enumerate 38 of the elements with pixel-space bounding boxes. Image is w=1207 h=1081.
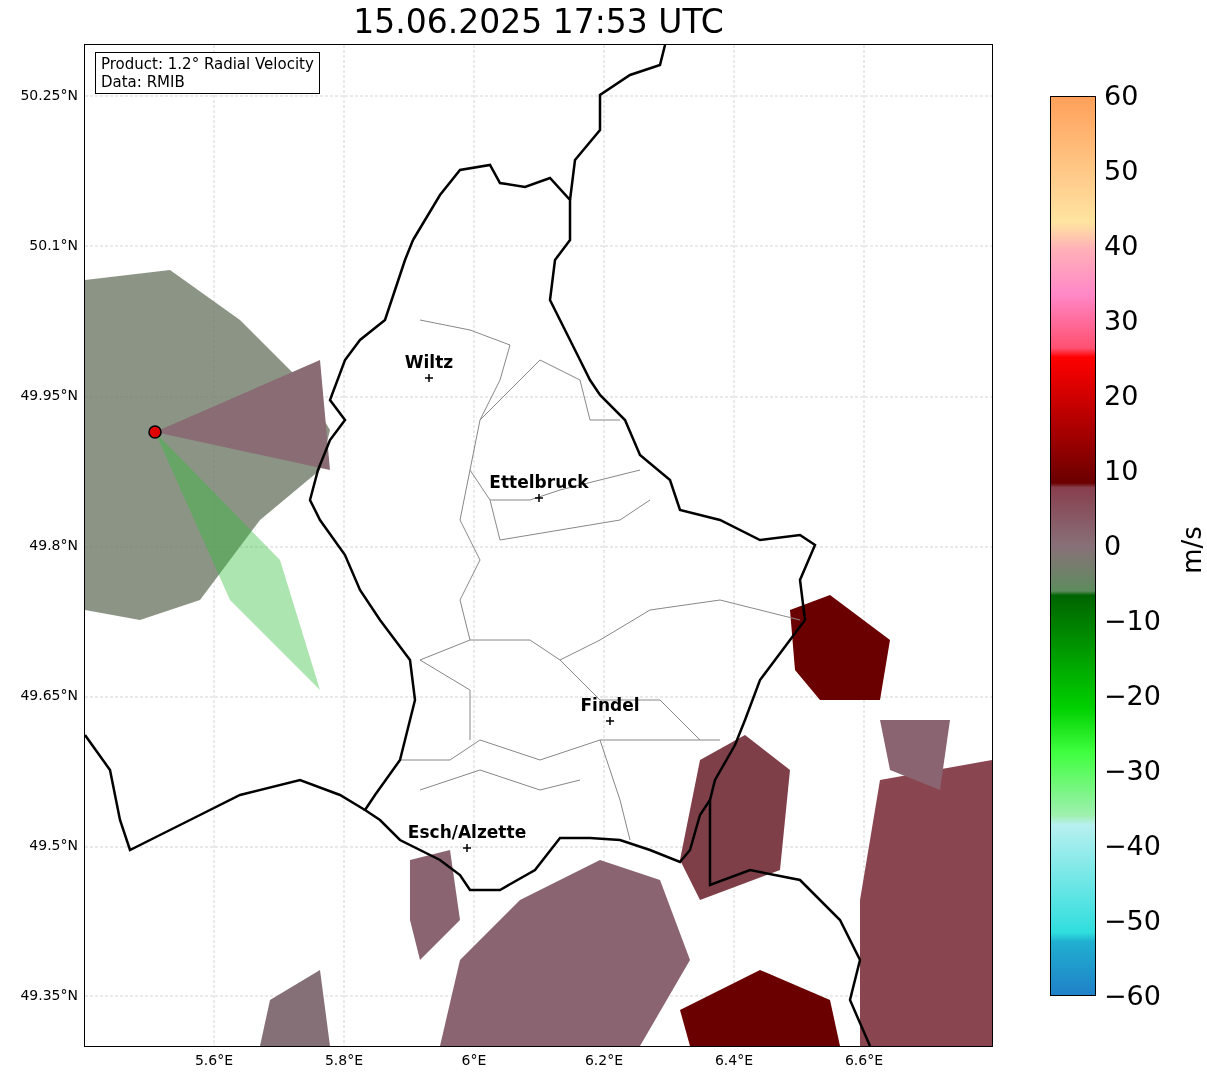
axis-tick-label: 6°E: [461, 1052, 487, 1068]
axis-tick-label: 50.25°N: [20, 87, 78, 103]
colorbar-tick-label: −30: [1104, 755, 1161, 786]
colorbar-tick-label: 10: [1104, 455, 1139, 486]
colorbar-tick-label: −60: [1104, 980, 1161, 1011]
info-text: Data: RMIB: [101, 73, 186, 91]
chart-title: 15.06.2025 17:53 UTC: [352, 2, 725, 41]
axis-tick-label: 5.6°E: [194, 1052, 234, 1068]
colorbar-tick-label: −50: [1104, 905, 1161, 936]
city-label: Findel: [580, 695, 640, 715]
plus-icon: [463, 844, 471, 852]
colorbar-tick-label: −20: [1104, 680, 1161, 711]
axis-tick-label: 6.2°E: [584, 1052, 624, 1068]
colorbar-tick-label: 60: [1104, 80, 1139, 111]
city-label: Wiltz: [404, 352, 454, 372]
colorbar-tick-label: 0: [1104, 530, 1122, 561]
axis-tick-label: 6.6°E: [844, 1052, 884, 1068]
axis-tick-label: 49.8°N: [29, 537, 78, 553]
axis-tick-label: 49.65°N: [20, 687, 78, 703]
city-label: Esch/Alzette: [407, 822, 527, 842]
plus-icon: [425, 374, 433, 382]
axis-tick-label: 49.5°N: [29, 837, 78, 853]
colorbar-tick-label: −40: [1104, 830, 1161, 861]
colorbar-tick-label: −10: [1104, 605, 1161, 636]
colorbar-tick-label: 20: [1104, 380, 1139, 411]
colorbar-label: m/s: [1176, 526, 1207, 574]
plus-icon: [535, 494, 543, 502]
axis-tick-label: 50.1°N: [29, 237, 78, 253]
axis-tick-label: 49.35°N: [20, 987, 78, 1003]
city-label: Ettelbruck: [489, 472, 589, 492]
plus-icon: [606, 717, 614, 725]
axis-tick-label: 5.8°E: [324, 1052, 364, 1068]
colorbar-tick-label: 50: [1104, 155, 1139, 186]
axis-tick-label: 6.4°E: [714, 1052, 754, 1068]
axis-tick-label: 49.95°N: [20, 387, 78, 403]
colorbar-tick-label: 30: [1104, 305, 1139, 336]
colorbar-tick-label: 40: [1104, 230, 1139, 261]
info-text: Product: 1.2° Radial Velocity: [101, 55, 314, 73]
